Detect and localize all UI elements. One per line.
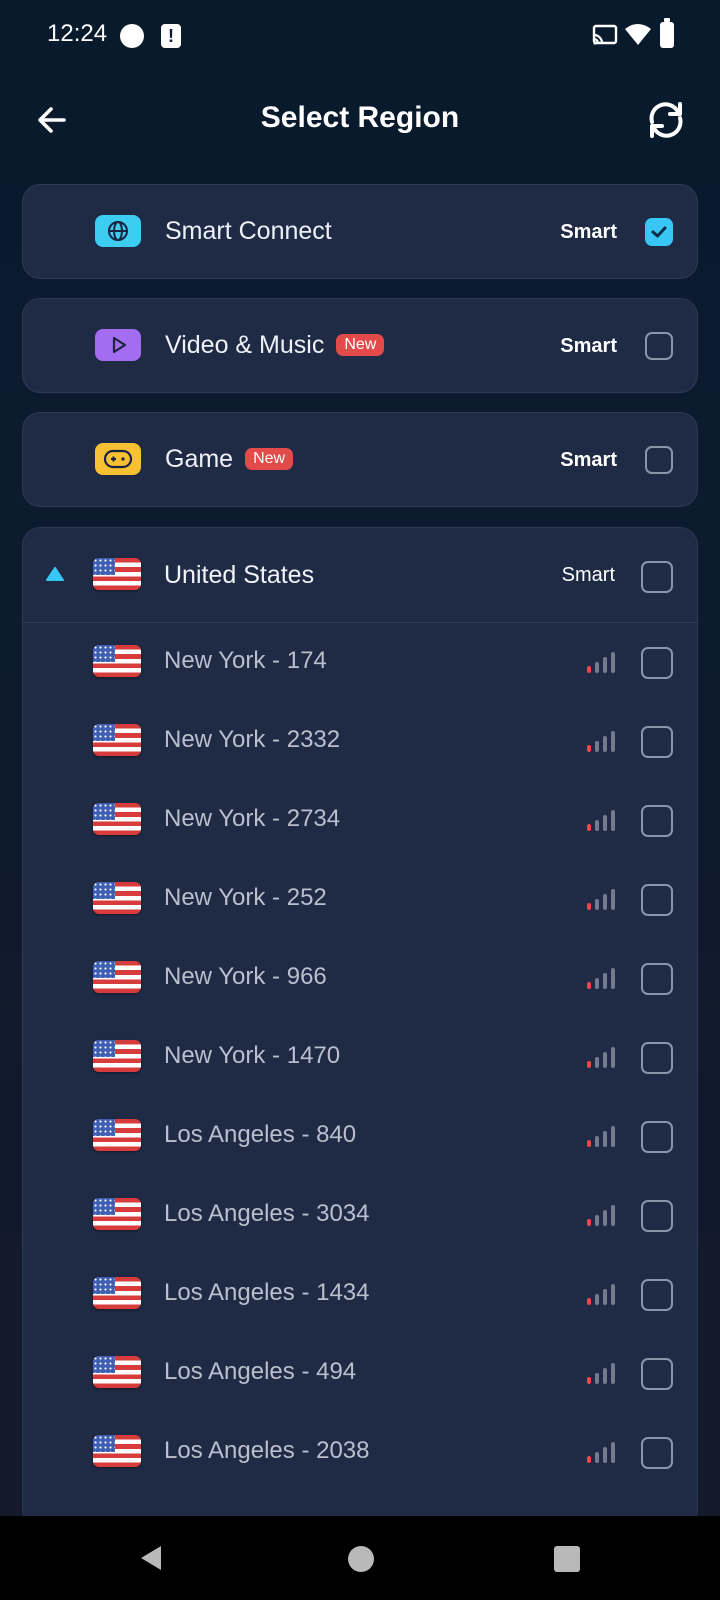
status-bar: 12:24 ! [0,0,720,72]
nav-recents-icon[interactable] [554,1546,580,1572]
us-flag-icon [93,1356,141,1388]
checkbox-server[interactable] [641,1121,673,1153]
us-flag-icon [93,1435,141,1467]
server-row[interactable]: Los Angeles - 840 [23,1097,697,1176]
server-row[interactable]: New York - 174 [23,623,697,702]
server-row[interactable]: Los Angeles - 2038 [23,1413,697,1492]
server-row[interactable]: Los Angeles - 3034 [23,1176,697,1255]
signal-strength-icon [587,1441,615,1463]
us-flag-icon [93,1277,141,1309]
server-row[interactable]: New York - 2734 [23,781,697,860]
status-time: 12:24 [47,20,108,47]
alert-icon: ! [161,24,181,48]
category-label-text: Video & Music [165,331,325,359]
app-header: Select Region [0,80,720,160]
us-flag-icon [93,961,141,993]
region-card-united-states: United States Smart New York - 174 New Yo… [22,527,698,1527]
server-row[interactable]: Los Angeles - 1434 [23,1255,697,1334]
server-row[interactable]: Los Angeles - 494 [23,1334,697,1413]
server-name: Los Angeles - 840 [164,1121,357,1148]
new-badge: New [245,448,294,470]
signal-strength-icon [587,1362,615,1384]
us-flag-icon [93,1119,141,1151]
collapse-triangle-icon[interactable] [45,566,65,582]
nav-back-icon[interactable] [137,1544,165,1572]
checkmark-icon [651,226,667,238]
server-row[interactable]: New York - 966 [23,939,697,1018]
server-name: New York - 174 [164,647,327,674]
battery-icon [660,18,674,48]
category-card-game[interactable]: Game New Smart [22,412,698,507]
us-flag-icon [93,1040,141,1072]
checkbox-region[interactable] [641,561,673,593]
checkbox-smart-connect[interactable] [645,218,673,246]
signal-strength-icon [587,888,615,910]
signal-strength-icon [587,809,615,831]
mode-label: Smart [560,449,617,471]
server-name: Los Angeles - 3034 [164,1200,370,1227]
server-name: Los Angeles - 2038 [164,1437,370,1464]
signal-strength-icon [587,1046,615,1068]
notification-dot-icon [120,24,144,48]
category-card-smart-connect[interactable]: Smart Connect Smart [22,184,698,279]
server-row[interactable]: New York - 1470 [23,1018,697,1097]
server-name: New York - 252 [164,884,327,911]
checkbox-server[interactable] [641,647,673,679]
server-name: New York - 1470 [164,1042,341,1069]
us-flag-icon [93,1198,141,1230]
server-name: New York - 2332 [164,726,341,753]
us-flag-icon [93,724,141,756]
category-card-video-music[interactable]: Video & Music New Smart [22,298,698,393]
signal-strength-icon [587,967,615,989]
region-name: United States [164,561,315,589]
mode-label: Smart [560,221,617,243]
us-flag-icon [93,558,141,590]
cast-icon [592,24,618,45]
signal-strength-icon [587,1125,615,1147]
mode-label: Smart [560,335,617,357]
checkbox-server[interactable] [641,1200,673,1232]
server-name: New York - 966 [164,963,327,990]
system-nav-bar [0,1516,720,1600]
category-label: Smart Connect [165,217,332,245]
checkbox-server[interactable] [641,805,673,837]
nav-home-icon[interactable] [348,1546,374,1572]
checkbox-server[interactable] [641,726,673,758]
signal-strength-icon [587,651,615,673]
checkbox-server[interactable] [641,1358,673,1390]
new-badge: New [336,334,385,356]
checkbox-server[interactable] [641,963,673,995]
server-name: Los Angeles - 1434 [164,1279,370,1306]
globe-icon [95,215,141,247]
us-flag-icon [93,882,141,914]
page-title: Select Region [260,101,460,134]
checkbox-game[interactable] [645,446,673,474]
us-flag-icon [93,803,141,835]
signal-strength-icon [587,730,615,752]
checkbox-server[interactable] [641,1042,673,1074]
checkbox-server[interactable] [641,884,673,916]
play-icon [95,329,141,361]
wifi-icon [625,24,651,45]
server-name: New York - 2734 [164,805,341,832]
region-header[interactable]: United States Smart [23,528,697,623]
checkbox-server[interactable] [641,1437,673,1469]
server-name: Los Angeles - 494 [164,1358,357,1385]
refresh-icon[interactable] [644,98,688,142]
server-row[interactable]: New York - 252 [23,860,697,939]
category-label: Game New [165,445,294,474]
signal-strength-icon [587,1204,615,1226]
mode-label: Smart [561,564,615,586]
server-row[interactable]: New York - 2332 [23,702,697,781]
us-flag-icon [93,645,141,677]
category-label-text: Game [165,445,234,473]
checkbox-video-music[interactable] [645,332,673,360]
gamepad-icon [95,443,141,475]
signal-strength-icon [587,1283,615,1305]
checkbox-server[interactable] [641,1279,673,1311]
category-label: Video & Music New [165,331,385,360]
